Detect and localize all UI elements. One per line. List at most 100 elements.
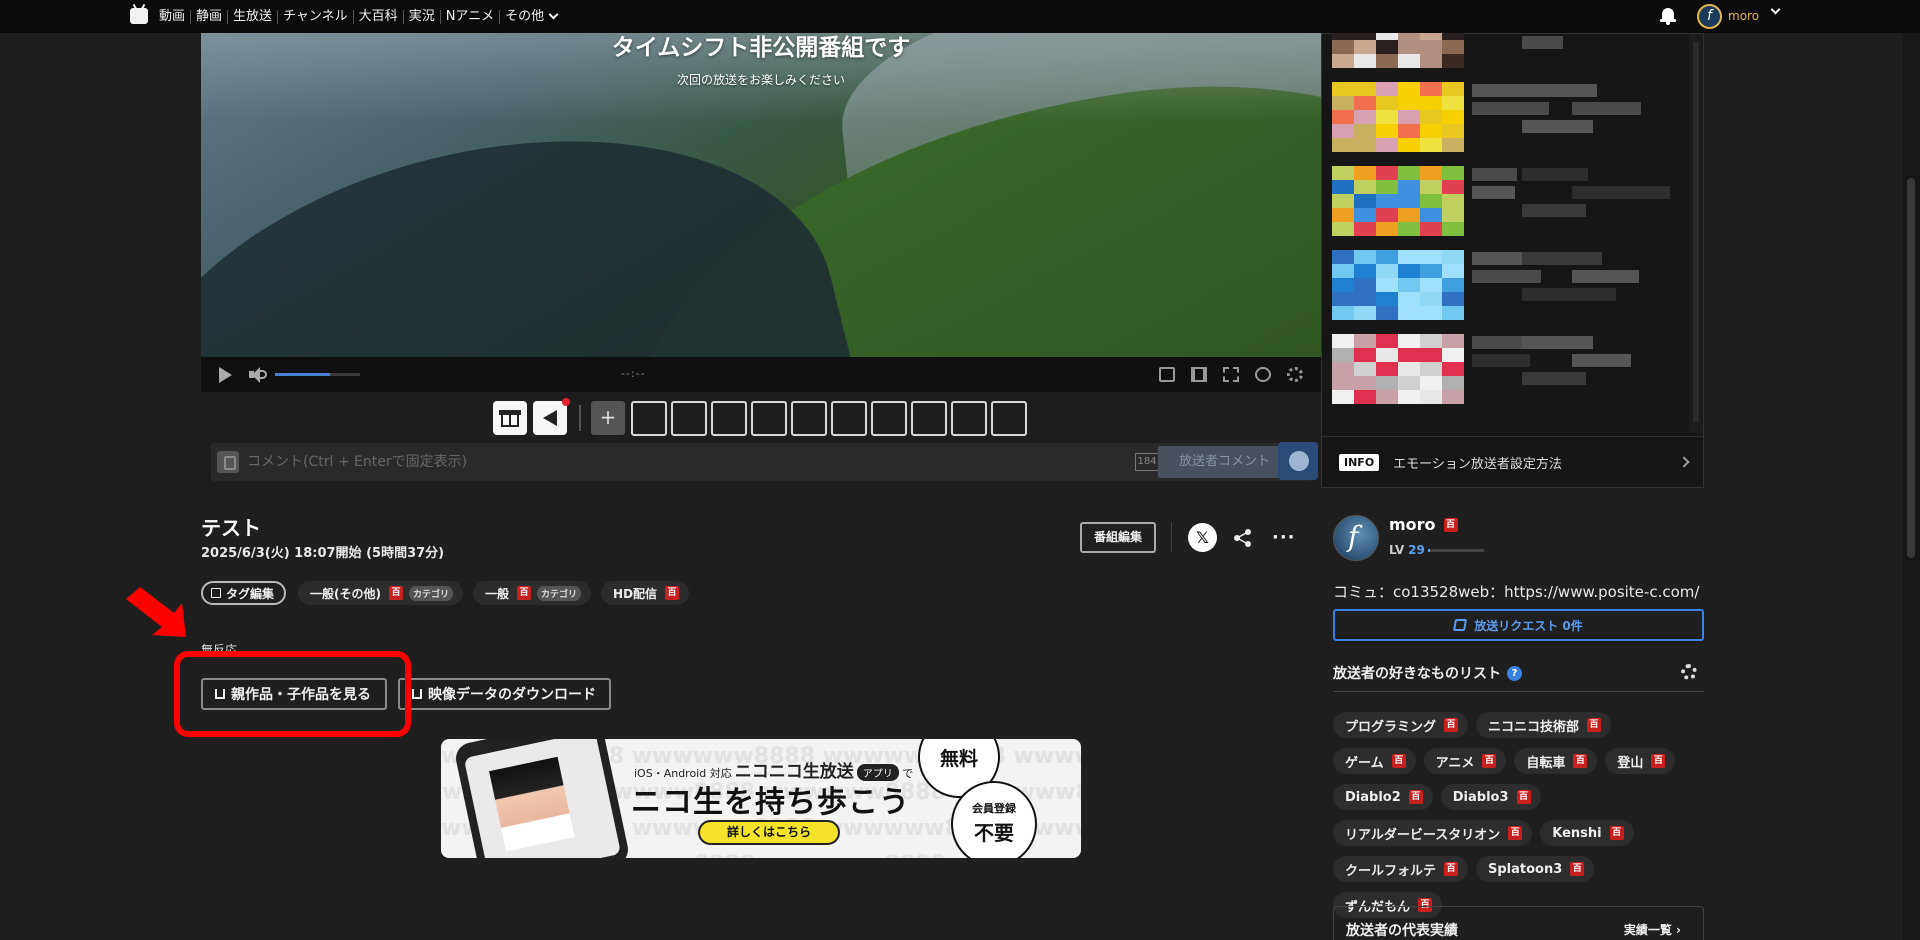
nav-item-seiga[interactable]: 静画	[190, 9, 227, 24]
download-video-button[interactable]: 映像データのダウンロード	[398, 678, 611, 710]
like-tag[interactable]: Kenshi 百	[1540, 820, 1634, 846]
dictionary-icon[interactable]: 百	[1444, 718, 1459, 732]
user-avatar[interactable]: f	[1697, 4, 1722, 29]
niconico-tv-logo-icon[interactable]	[130, 8, 148, 24]
related-program-item[interactable]	[1322, 78, 1688, 156]
emotion-slot[interactable]	[951, 400, 987, 436]
tag-item[interactable]: HD配信百	[601, 581, 690, 605]
more-options-icon[interactable]: ···	[1272, 527, 1296, 548]
nav-item-channel[interactable]: チャンネル	[277, 9, 353, 24]
dictionary-icon[interactable]: 百	[1651, 754, 1666, 768]
edit-icon	[211, 588, 221, 598]
volume-icon[interactable]	[249, 366, 267, 383]
like-tag[interactable]: アニメ百	[1423, 748, 1507, 774]
emotion-button[interactable]	[533, 398, 570, 435]
dictionary-icon[interactable]: 百	[389, 586, 403, 600]
video-player[interactable]: タイムシフト非公開番組です 次回の放送をお楽しみください	[201, 33, 1321, 357]
share-icon[interactable]	[1234, 529, 1252, 547]
dictionary-icon[interactable]: 百	[1570, 862, 1585, 876]
like-tag[interactable]: Diablo3 百	[1440, 784, 1541, 810]
x-share-icon[interactable]: 𝕏	[1188, 523, 1217, 552]
dictionary-icon[interactable]: 百	[1443, 517, 1458, 532]
emotion-slot[interactable]	[631, 400, 667, 436]
fullscreen-icon[interactable]	[1223, 367, 1239, 382]
volume-slider[interactable]	[275, 373, 360, 376]
community-link[interactable]: コミュ：co13528web：https://www.posite-c.com/	[1333, 581, 1699, 602]
like-tag[interactable]: リアルダービースタリオン百	[1333, 820, 1533, 846]
like-tag[interactable]: Diablo2 百	[1333, 784, 1433, 810]
page-scrollbar-thumb[interactable]	[1907, 178, 1915, 558]
banner-cta-button[interactable]: 詳しくはこちら	[698, 820, 840, 845]
broadcaster-name-text: moro	[1389, 515, 1436, 534]
dictionary-icon[interactable]: 百	[517, 586, 532, 600]
comment-mode-icon[interactable]	[217, 451, 239, 473]
edit-program-button[interactable]: 番組編集	[1080, 522, 1156, 553]
dictionary-icon[interactable]: 百	[1482, 754, 1497, 768]
emotion-slot[interactable]	[791, 400, 827, 436]
user-name[interactable]: moro	[1728, 9, 1759, 23]
help-icon[interactable]: ?	[1507, 665, 1522, 681]
tag-item[interactable]: 一般(その他) 百カテゴリ	[298, 581, 464, 605]
like-tag[interactable]: ニコニコ技術部百	[1476, 712, 1612, 738]
theater-mode-icon[interactable]	[1191, 367, 1207, 382]
nav-item-dictionary[interactable]: 大百科	[352, 9, 403, 24]
emotion-slot[interactable]	[831, 400, 867, 436]
broadcaster-comment-button[interactable]: 放送者コメント	[1158, 446, 1291, 478]
emotion-slot[interactable]	[991, 400, 1027, 436]
tag-edit-button[interactable]: タグ編集	[201, 581, 287, 605]
emotion-slot[interactable]	[711, 400, 747, 436]
emotion-slot[interactable]	[751, 400, 787, 436]
app-promo-banner[interactable]: wwwwww8888 wwwwww8888 wwwwww8888 wwwwww8…	[441, 739, 1081, 858]
like-tag[interactable]: 自転車百	[1514, 748, 1598, 774]
likes-settings-gear-icon[interactable]	[1681, 664, 1697, 680]
add-slot-button[interactable]: +	[591, 401, 625, 435]
broadcast-request-button[interactable]: 放送リクエスト 0件	[1333, 609, 1704, 641]
dictionary-icon[interactable]: 百	[1516, 790, 1531, 804]
achievements-link[interactable]: 実績一覧 ›	[1624, 921, 1681, 938]
info-link[interactable]: INFO エモーション放送者設定方法	[1322, 436, 1703, 488]
related-program-item[interactable]	[1322, 330, 1688, 408]
nav-item-jikkyo[interactable]: 実況	[402, 9, 440, 24]
nav-item-live[interactable]: 生放送	[227, 9, 277, 24]
nav-item-douga[interactable]: 動画	[154, 9, 190, 24]
player-controls: --:--	[201, 357, 1321, 392]
like-tag[interactable]: プログラミング百	[1333, 712, 1469, 738]
broadcaster-avatar[interactable]	[1333, 515, 1379, 561]
panel-scrollbar-thumb[interactable]	[1693, 42, 1699, 422]
emotion-slot[interactable]	[871, 400, 907, 436]
dictionary-icon[interactable]: 百	[1391, 754, 1406, 768]
gift-button[interactable]	[493, 401, 527, 435]
broadcaster-name[interactable]: moro 百	[1389, 515, 1458, 534]
dictionary-icon[interactable]: 百	[1573, 754, 1588, 768]
dictionary-icon[interactable]: 百	[1508, 826, 1523, 840]
reload-icon[interactable]	[1255, 367, 1271, 382]
dictionary-icon[interactable]: 百	[1609, 826, 1624, 840]
related-program-item[interactable]	[1322, 246, 1688, 324]
comment-toggle-icon[interactable]	[1159, 367, 1175, 382]
comment-input[interactable]	[247, 446, 1137, 478]
dictionary-icon[interactable]: 百	[665, 586, 680, 600]
dictionary-icon[interactable]: 百	[1587, 718, 1602, 732]
face-icon	[1289, 451, 1309, 471]
emotion-slot[interactable]	[911, 400, 947, 436]
like-tag[interactable]: ゲーム百	[1333, 748, 1416, 774]
emotion-slot[interactable]	[671, 400, 707, 436]
like-tag[interactable]: 登山百	[1605, 748, 1676, 774]
tag-item[interactable]: 一般百カテゴリ	[473, 581, 592, 605]
related-program-item[interactable]	[1322, 162, 1688, 240]
player-settings-gear-icon[interactable]	[1287, 367, 1303, 382]
emoji-button[interactable]	[1278, 442, 1318, 480]
anonymous-184-badge[interactable]: 184	[1135, 453, 1159, 471]
panel-scrollbar[interactable]	[1689, 34, 1703, 434]
like-tag[interactable]: Splatoon3 百	[1476, 856, 1595, 882]
user-menu-chevron-icon[interactable]	[1770, 4, 1781, 15]
notification-bell-icon[interactable]	[1660, 7, 1676, 25]
page-scrollbar[interactable]	[1903, 0, 1920, 940]
play-icon[interactable]	[219, 367, 232, 383]
nav-item-nanime[interactable]: Nアニメ	[439, 9, 499, 24]
tag-label: 一般	[485, 586, 510, 601]
nav-item-other[interactable]: その他	[499, 9, 562, 24]
dictionary-icon[interactable]: 百	[1408, 790, 1423, 804]
dictionary-icon[interactable]: 百	[1444, 862, 1459, 876]
like-tag[interactable]: クールフォルテ百	[1333, 856, 1469, 882]
